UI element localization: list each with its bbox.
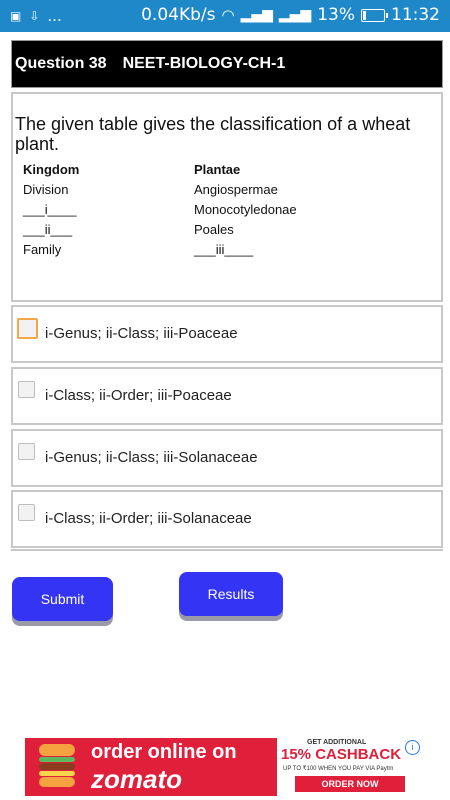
signal-icon: ▂▄▆ [240,7,273,23]
table-row: Family ___iii____ [23,242,323,262]
battery-percent: 13% [317,5,355,25]
image-icon: ▣ [10,9,22,23]
table-cell: Kingdom [23,162,80,177]
ad-headline: order online on zomato [91,740,237,794]
status-bar: ▣ ⇩ ... 0.04Kb/s ◠ ▂▄▆ ▂▄▆ 13% 11:32 [0,0,450,32]
results-button[interactable]: Results [179,572,283,616]
download-icon: ⇩ [29,9,40,23]
ad-order-now-button[interactable]: ORDER NOW [295,776,405,792]
option-4[interactable]: i-Class; ii-Order; iii-Solanaceae [11,490,443,548]
table-row: ___ii___ Poales [23,222,323,242]
ad-brand: zomato [91,764,182,794]
question-number: Question 38 [15,55,107,72]
ad-cashback: 15% CASHBACK [281,746,402,763]
option-2-checkbox[interactable] [18,381,35,398]
table-row: ___i____ Monocotyledonae [23,202,323,222]
option-2[interactable]: i-Class; ii-Order; iii-Poaceae [11,367,443,425]
ad-info-icon[interactable]: i [405,740,420,755]
ad-banner[interactable]: order online on zomato GET ADDITIONAL 15… [25,738,425,796]
submit-button[interactable]: Submit [12,577,113,621]
signal-2-icon: ▂▄▆ [278,7,312,23]
network-speed: 0.04Kb/s [141,5,216,25]
option-3-checkbox[interactable] [18,443,35,460]
option-4-label: i-Class; ii-Order; iii-Solanaceae [45,510,252,527]
table-cell: ___i____ [23,202,77,217]
option-1-checkbox[interactable] [17,318,38,339]
ad-offer-panel: GET ADDITIONAL 15% CASHBACK UP TO ₹100 W… [277,738,425,796]
table-cell: Plantae [194,162,241,177]
question-text: The given table gives the classification… [15,114,411,154]
option-3-label: i-Genus; ii-Class; iii-Solanaceae [45,449,258,466]
option-1[interactable]: i-Genus; ii-Class; iii-Poaceae [11,305,443,363]
table-cell: Poales [194,222,234,237]
option-4-checkbox[interactable] [18,504,35,521]
ad-line1: order online on [91,741,237,763]
table-cell: ___iii____ [194,242,254,257]
battery-icon [361,8,388,22]
table-cell: Monocotyledonae [194,202,297,217]
table-cell: Division [23,182,69,197]
table-cell: Angiospermae [194,182,278,197]
clock: 11:32 [391,5,440,25]
question-box: The given table gives the classification… [11,92,443,302]
option-3[interactable]: i-Genus; ii-Class; iii-Solanaceae [11,429,443,487]
option-1-label: i-Genus; ii-Class; iii-Poaceae [45,325,238,342]
option-2-label: i-Class; ii-Order; iii-Poaceae [45,387,232,404]
table-row: Division Angiospermae [23,182,323,202]
options-bottom-divider [11,549,443,551]
wifi-icon: ◠ [221,6,235,24]
ad-upto-text: UP TO ₹100 WHEN YOU PAY VIA Paytm [283,766,394,772]
question-header: Question 38 NEET-BIOLOGY-CH-1 [11,40,443,88]
more-icon: ... [47,7,62,25]
table-cell: Family [23,242,62,257]
table-row: Kingdom Plantae [23,162,323,182]
burger-icon [39,744,75,788]
table-cell: ___ii___ [23,222,73,237]
ad-additional-text: GET ADDITIONAL [307,739,367,746]
chapter-title: NEET-BIOLOGY-CH-1 [122,55,286,72]
